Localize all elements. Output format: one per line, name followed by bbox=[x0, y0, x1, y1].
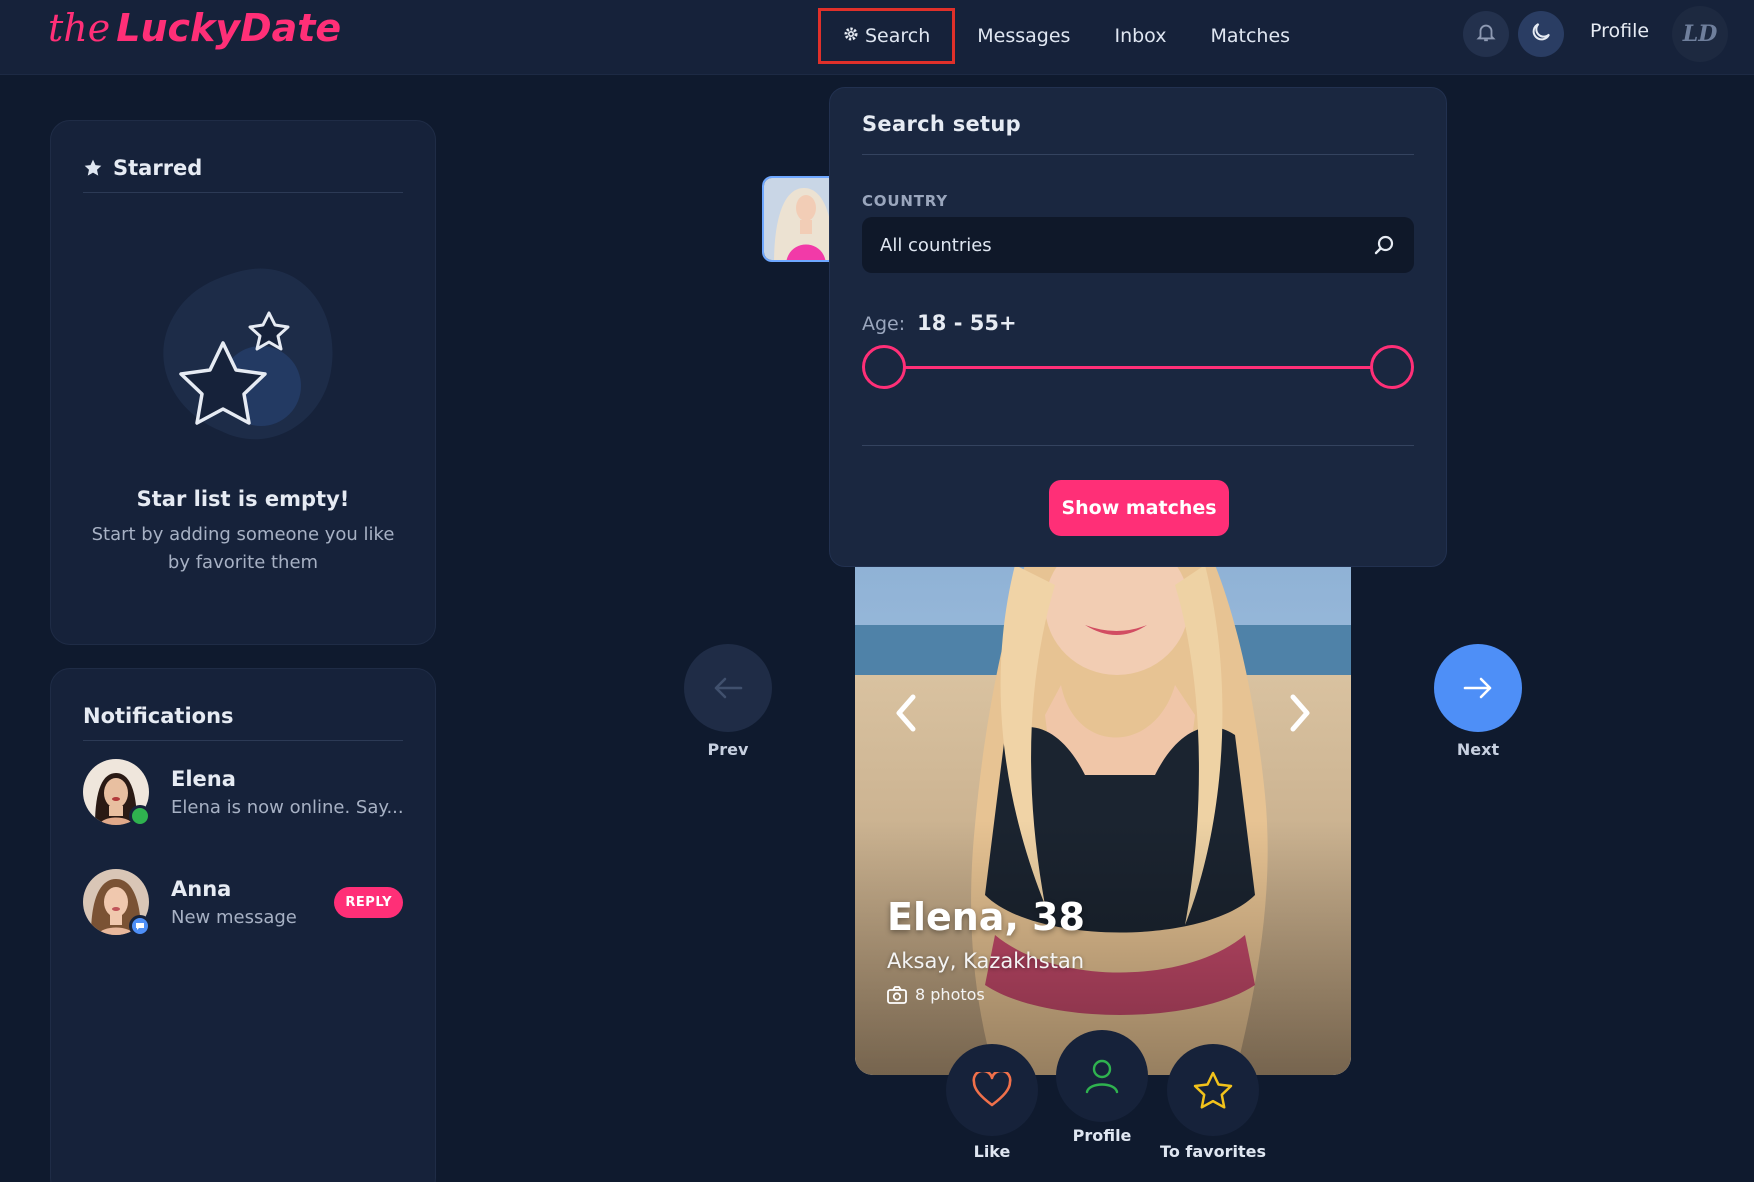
search-setup-title: Search setup bbox=[862, 112, 1021, 136]
search-setup-popup: Search setup COUNTRY All countries Age: … bbox=[829, 87, 1447, 567]
empty-stars-illustration bbox=[151, 251, 391, 461]
camera-icon bbox=[887, 985, 907, 1004]
arrow-left-icon bbox=[714, 677, 743, 699]
top-profile-link[interactable]: Profile bbox=[1590, 20, 1649, 42]
nav-matches[interactable]: Matches bbox=[1188, 8, 1312, 64]
app-logo[interactable]: the LuckyDate bbox=[48, 6, 341, 66]
avatar[interactable]: LD bbox=[1672, 6, 1728, 62]
logo-prefix: the bbox=[48, 6, 111, 50]
favorites-label: To favorites bbox=[1160, 1142, 1266, 1161]
age-slider-min-handle[interactable] bbox=[862, 345, 906, 389]
country-search-input[interactable]: All countries bbox=[862, 217, 1414, 273]
starred-title: Starred bbox=[113, 155, 203, 180]
show-matches-button[interactable]: Show matches bbox=[1049, 480, 1229, 536]
notification-item[interactable]: Anna New message REPLY bbox=[83, 867, 403, 937]
empty-star-subtitle: Start by adding someone you like by favo… bbox=[91, 524, 395, 573]
nav-messages[interactable]: Messages bbox=[955, 8, 1092, 64]
profile-name-age: Elena, 38 bbox=[887, 895, 1085, 939]
notification-message: Elena is now online. Say... bbox=[171, 796, 404, 818]
profile-location: Aksay, Kazakhstan bbox=[887, 949, 1085, 973]
notification-message: New message bbox=[171, 906, 297, 928]
next-photo-arrow[interactable] bbox=[1279, 683, 1319, 743]
avatar bbox=[83, 869, 151, 937]
country-value: All countries bbox=[880, 234, 992, 256]
online-status-indicator bbox=[129, 805, 151, 827]
divider bbox=[862, 445, 1414, 446]
divider bbox=[862, 154, 1414, 155]
view-profile-button[interactable] bbox=[1056, 1030, 1148, 1122]
moon-icon bbox=[1529, 20, 1553, 48]
previous-photo-arrow[interactable] bbox=[887, 683, 927, 743]
prev-button[interactable] bbox=[684, 644, 772, 732]
age-range-label: Age: 18 - 55+ bbox=[862, 311, 1017, 335]
star-icon bbox=[84, 159, 102, 176]
like-button[interactable] bbox=[946, 1044, 1038, 1136]
prev-label: Prev bbox=[707, 740, 749, 759]
country-label: COUNTRY bbox=[862, 192, 948, 210]
next-button[interactable] bbox=[1434, 644, 1522, 732]
age-value: 18 - 55+ bbox=[917, 311, 1017, 335]
gear-icon bbox=[843, 26, 859, 47]
chat-bubble-icon bbox=[136, 923, 144, 930]
user-icon bbox=[1085, 1059, 1119, 1094]
photo-count[interactable]: 8 photos bbox=[887, 985, 985, 1004]
starred-panel: Starred Star list is empty! Start by add… bbox=[50, 120, 436, 645]
search-icon[interactable] bbox=[1372, 233, 1396, 257]
notification-item[interactable]: Elena Elena is now online. Say... bbox=[83, 757, 404, 827]
starred-header: Starred bbox=[83, 143, 403, 193]
theme-toggle-button[interactable] bbox=[1518, 11, 1564, 57]
photo-count-label: 8 photos bbox=[915, 985, 985, 1004]
age-slider-max-handle[interactable] bbox=[1370, 345, 1414, 389]
avatar bbox=[83, 759, 151, 827]
notification-name: Anna bbox=[171, 876, 232, 901]
star-icon bbox=[1193, 1071, 1233, 1109]
empty-star-title: Star list is empty! bbox=[136, 487, 350, 511]
logo-brand: LuckyDate bbox=[116, 6, 342, 50]
profile-photo-card[interactable]: Elena, 38 Aksay, Kazakhstan 8 photos bbox=[855, 565, 1351, 1075]
top-navigation-bar: the LuckyDate Search Messages Inbox Matc… bbox=[0, 0, 1754, 75]
age-slider-track[interactable] bbox=[884, 366, 1392, 369]
nav-search[interactable]: Search bbox=[818, 8, 956, 64]
heart-icon bbox=[972, 1072, 1012, 1107]
age-label: Age: bbox=[862, 313, 906, 335]
nav-inbox[interactable]: Inbox bbox=[1092, 8, 1188, 64]
message-status-indicator bbox=[129, 915, 151, 937]
nav-search-label: Search bbox=[865, 25, 931, 47]
bell-icon bbox=[1475, 21, 1497, 47]
notifications-button[interactable] bbox=[1463, 11, 1509, 57]
next-label: Next bbox=[1456, 740, 1500, 759]
notifications-title: Notifications bbox=[83, 703, 234, 728]
notifications-panel: Notifications Elena Elena is now online.… bbox=[50, 668, 436, 1182]
reply-button[interactable]: REPLY bbox=[334, 886, 403, 918]
arrow-right-icon bbox=[1463, 677, 1492, 699]
add-to-favorites-button[interactable] bbox=[1167, 1044, 1259, 1136]
notifications-header: Notifications bbox=[83, 691, 403, 741]
notification-name: Elena bbox=[171, 766, 236, 791]
main-nav: Search Messages Inbox Matches bbox=[818, 8, 1312, 64]
